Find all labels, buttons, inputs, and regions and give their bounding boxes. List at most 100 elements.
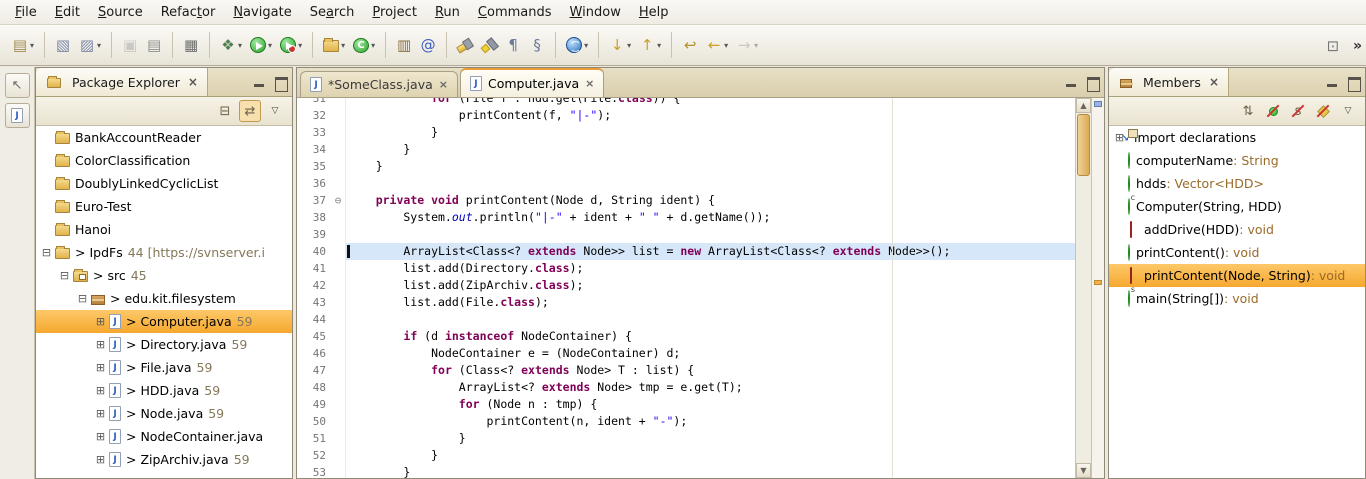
- code-line[interactable]: 52 }: [297, 447, 1075, 464]
- debug-icon[interactable]: ❖▾: [216, 31, 246, 59]
- code-text[interactable]: [346, 226, 1075, 243]
- build-all-icon[interactable]: ▦: [179, 31, 203, 59]
- package-explorer-view-tab[interactable]: Package Explorer ×: [36, 68, 208, 96]
- editor-vertical-scrollbar[interactable]: ▲ ▼: [1075, 98, 1091, 478]
- code-line[interactable]: 38 System.out.println("|-" + ident + " "…: [297, 209, 1075, 226]
- close-tab-icon[interactable]: ×: [585, 77, 594, 90]
- code-line[interactable]: 43 list.add(File.class);: [297, 294, 1075, 311]
- code-line[interactable]: 37⊖ private void printContent(Node d, St…: [297, 192, 1075, 209]
- menu-item-commands[interactable]: Commands: [469, 2, 561, 23]
- new-java-project-icon[interactable]: ▾: [319, 31, 349, 59]
- menu-item-window[interactable]: Window: [561, 2, 630, 23]
- menu-item-refactor[interactable]: Refactor: [152, 2, 225, 23]
- code-line[interactable]: 46 NodeContainer e = (NodeContainer) d;: [297, 345, 1075, 362]
- code-line[interactable]: 47 for (Class<? extends Node> T : list) …: [297, 362, 1075, 379]
- mark-occurrences-icon[interactable]: [477, 31, 501, 59]
- code-viewport[interactable]: 31 for (File f : hdd.get(File.class)) {3…: [297, 98, 1075, 478]
- code-line[interactable]: 53 }: [297, 464, 1075, 478]
- member-item[interactable]: addDrive(HDD) : void: [1109, 218, 1365, 241]
- link-with-editor-icon[interactable]: ⇄: [239, 100, 261, 122]
- fold-collapse-icon[interactable]: ⊖: [331, 192, 346, 209]
- member-item[interactable]: ⊞import declarations: [1109, 126, 1365, 149]
- menu-item-edit[interactable]: Edit: [46, 2, 89, 23]
- code-line[interactable]: 35 }: [297, 158, 1075, 175]
- next-annotation-icon[interactable]: ↓▾: [605, 31, 635, 59]
- menu-item-search[interactable]: Search: [301, 2, 364, 23]
- tree-item[interactable]: DoublyLinkedCyclicList: [36, 172, 292, 195]
- tree-item[interactable]: ⊟> IpdFs44 [https://svnserver.i: [36, 241, 292, 264]
- view-menu-icon[interactable]: ▽: [264, 100, 286, 122]
- close-view-icon[interactable]: ×: [188, 75, 198, 89]
- hide-static-icon[interactable]: s: [1287, 100, 1309, 122]
- dropdown-arrow-icon[interactable]: ▾: [268, 41, 272, 50]
- code-text[interactable]: for (Class<? extends Node> T : list) {: [346, 362, 1075, 379]
- code-line[interactable]: 44: [297, 311, 1075, 328]
- previous-annotation-icon[interactable]: ↑▾: [635, 31, 665, 59]
- tree-item[interactable]: ⊞J> ZipArchiv.java59: [36, 448, 292, 471]
- code-line[interactable]: 33 }: [297, 124, 1075, 141]
- restore-views-button[interactable]: ↖: [5, 73, 30, 98]
- scroll-down-icon[interactable]: ▼: [1076, 463, 1091, 478]
- new-wizard-icon[interactable]: ▤▾: [8, 31, 38, 59]
- pin-editor-icon[interactable]: ⊡: [1321, 32, 1345, 60]
- tree-item[interactable]: ⊞J> HDD.java59: [36, 379, 292, 402]
- code-text[interactable]: for (File f : hdd.get(File.class)) {: [346, 98, 1075, 107]
- code-line[interactable]: 45 if (d instanceof NodeContainer) {: [297, 328, 1075, 345]
- collapse-all-icon[interactable]: ⊟: [214, 100, 236, 122]
- back-icon[interactable]: ←▾: [702, 31, 732, 59]
- code-line[interactable]: 39: [297, 226, 1075, 243]
- member-item[interactable]: smain(String[]) : void: [1109, 287, 1365, 310]
- code-text[interactable]: list.add(File.class);: [346, 294, 1075, 311]
- code-text[interactable]: if (d instanceof NodeContainer) {: [346, 328, 1075, 345]
- minimize-view-button[interactable]: [1325, 76, 1340, 90]
- expander-collapsed-icon[interactable]: ⊞: [94, 408, 107, 419]
- run-icon[interactable]: ▾: [246, 31, 276, 59]
- view-menu-icon[interactable]: ▽: [1337, 100, 1359, 122]
- menu-item-navigate[interactable]: Navigate: [224, 2, 300, 23]
- search-icon[interactable]: [453, 31, 477, 59]
- code-line[interactable]: 34 }: [297, 141, 1075, 158]
- overview-ruler[interactable]: [1091, 98, 1104, 478]
- member-item[interactable]: computerName : String: [1109, 149, 1365, 172]
- code-text[interactable]: printContent(f, "|-");: [346, 107, 1075, 124]
- code-text[interactable]: [346, 175, 1075, 192]
- last-edit-location-icon[interactable]: ↩: [678, 31, 702, 59]
- code-text[interactable]: NodeContainer e = (NodeContainer) d;: [346, 345, 1075, 362]
- maximize-view-button[interactable]: [1346, 76, 1361, 90]
- member-item[interactable]: printContent(Node, String) : void: [1109, 264, 1365, 287]
- editor-tab[interactable]: JComputer.java×: [460, 68, 604, 97]
- close-view-icon[interactable]: ×: [1209, 75, 1219, 89]
- editor-tab[interactable]: J*SomeClass.java×: [300, 71, 458, 97]
- web-browser-icon[interactable]: ▾: [562, 31, 592, 59]
- code-text[interactable]: }: [346, 430, 1075, 447]
- code-line[interactable]: 36: [297, 175, 1075, 192]
- code-text[interactable]: }: [346, 447, 1075, 464]
- dropdown-arrow-icon[interactable]: ▾: [298, 41, 302, 50]
- expander-collapsed-icon[interactable]: ⊞: [94, 454, 107, 465]
- print-icon[interactable]: ▤: [142, 31, 166, 59]
- code-line[interactable]: 51 }: [297, 430, 1075, 447]
- menu-item-run[interactable]: Run: [426, 2, 469, 23]
- member-item[interactable]: printContent() : void: [1109, 241, 1365, 264]
- maximize-editor-button[interactable]: [1085, 76, 1100, 90]
- code-line[interactable]: 50 printContent(n, ident + "-");: [297, 413, 1075, 430]
- code-line[interactable]: 40 ArrayList<Class<? extends Node>> list…: [297, 243, 1075, 260]
- tree-item[interactable]: Hanoi: [36, 218, 292, 241]
- code-text[interactable]: }: [346, 464, 1075, 478]
- dropdown-arrow-icon[interactable]: ▾: [341, 41, 345, 50]
- overview-occurrence-marker[interactable]: [1094, 280, 1102, 285]
- editor-shortcut-button[interactable]: J: [5, 103, 30, 128]
- expander-expanded-icon[interactable]: ⊟: [40, 247, 53, 258]
- show-selected-element-icon[interactable]: §: [525, 31, 549, 59]
- code-text[interactable]: ArrayList<Class<? extends Node>> list = …: [346, 243, 1075, 260]
- dropdown-arrow-icon[interactable]: ▾: [371, 41, 375, 50]
- close-tab-icon[interactable]: ×: [439, 78, 448, 91]
- tree-item[interactable]: ⊞J> Directory.java59: [36, 333, 292, 356]
- members-view-tab[interactable]: Members ×: [1109, 68, 1229, 96]
- tree-item[interactable]: ⊞J> Node.java59: [36, 402, 292, 425]
- jar-icon[interactable]: ▥: [392, 31, 416, 59]
- scrollbar-thumb[interactable]: [1077, 114, 1090, 176]
- sort-icon[interactable]: ⇅: [1237, 100, 1259, 122]
- tree-item[interactable]: ⊞J> Computer.java59: [36, 310, 292, 333]
- code-text[interactable]: ArrayList<? extends Node> tmp = e.get(T)…: [346, 379, 1075, 396]
